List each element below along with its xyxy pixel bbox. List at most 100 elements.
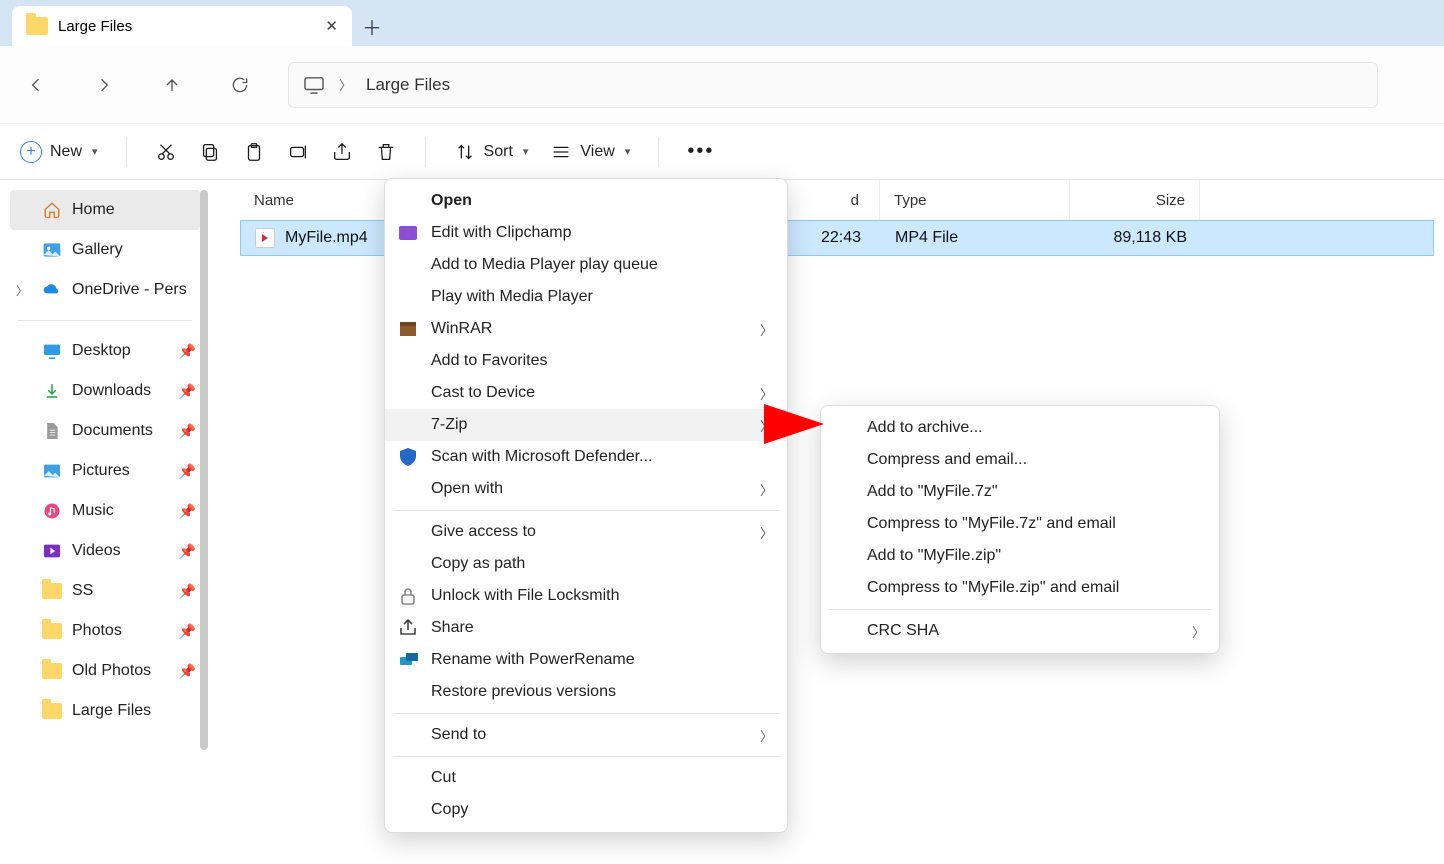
- chevron-down-icon: ▾: [92, 145, 98, 158]
- menu-add-7z[interactable]: Add to "MyFile.7z": [821, 476, 1219, 508]
- sidebar-scrollbar[interactable]: [200, 190, 208, 750]
- folder-icon: [42, 703, 62, 719]
- home-icon: [42, 201, 62, 219]
- folder-icon: [42, 583, 62, 599]
- chevron-right-icon[interactable]: 〉: [16, 282, 28, 299]
- menu-powerrename[interactable]: Rename with PowerRename: [385, 644, 787, 676]
- menu-compress-zip-email[interactable]: Compress to "MyFile.zip" and email: [821, 572, 1219, 604]
- folder-icon: [42, 663, 62, 679]
- nav-bar: 〉 Large Files: [0, 46, 1444, 124]
- menu-7zip[interactable]: 7-Zip〉: [385, 409, 787, 441]
- refresh-button[interactable]: [220, 65, 260, 105]
- pin-icon: 📌: [179, 583, 196, 600]
- menu-cast[interactable]: Cast to Device〉: [385, 377, 787, 409]
- address-bar[interactable]: 〉 Large Files: [288, 62, 1378, 108]
- sidebar-item-videos[interactable]: Videos📌: [0, 531, 210, 571]
- menu-copy-path[interactable]: Copy as path: [385, 548, 787, 580]
- sidebar-item-old-photos[interactable]: Old Photos📌: [0, 651, 210, 691]
- pin-icon: 📌: [179, 423, 196, 440]
- menu-add-mp-queue[interactable]: Add to Media Player play queue: [385, 249, 787, 281]
- pin-icon: 📌: [179, 383, 196, 400]
- menu-add-zip[interactable]: Add to "MyFile.zip": [821, 540, 1219, 572]
- view-button[interactable]: View ▾: [550, 141, 630, 163]
- chevron-right-icon: 〉: [760, 416, 773, 435]
- menu-locksmith[interactable]: Unlock with File Locksmith: [385, 580, 787, 612]
- column-size[interactable]: Size: [1070, 180, 1200, 220]
- document-icon: [42, 422, 62, 440]
- menu-open[interactable]: Open: [385, 185, 787, 217]
- delete-icon[interactable]: [375, 141, 397, 163]
- sidebar-divider: [18, 320, 192, 321]
- chevron-down-icon: ▾: [523, 145, 529, 158]
- sidebar-item-gallery[interactable]: Gallery: [0, 230, 210, 270]
- title-bar: Large Files ✕ ＋: [0, 0, 1444, 46]
- tab-title: Large Files: [58, 18, 315, 35]
- desktop-icon: [42, 342, 62, 360]
- separator: [658, 137, 659, 167]
- new-button[interactable]: + New ▾: [20, 141, 98, 163]
- sidebar-item-downloads[interactable]: Downloads📌: [0, 371, 210, 411]
- cut-icon[interactable]: [155, 141, 177, 163]
- lock-icon: [397, 585, 419, 607]
- sidebar-item-desktop[interactable]: Desktop📌: [0, 331, 210, 371]
- chevron-right-icon: 〉: [339, 75, 352, 94]
- sidebar-item-ss[interactable]: SS📌: [0, 571, 210, 611]
- menu-winrar[interactable]: WinRAR〉: [385, 313, 787, 345]
- tab-large-files[interactable]: Large Files ✕: [12, 6, 352, 46]
- pin-icon: 📌: [179, 343, 196, 360]
- menu-copy[interactable]: Copy: [385, 794, 787, 826]
- separator: [126, 137, 127, 167]
- chevron-down-icon: ▾: [625, 145, 631, 158]
- menu-compress-7z-email[interactable]: Compress to "MyFile.7z" and email: [821, 508, 1219, 540]
- forward-button[interactable]: [84, 65, 124, 105]
- clipchamp-icon: [397, 222, 419, 244]
- view-icon: [550, 141, 572, 163]
- menu-send-to[interactable]: Send to〉: [385, 719, 787, 751]
- sidebar-item-onedrive[interactable]: 〉 OneDrive - Pers: [0, 270, 210, 310]
- sidebar-item-music[interactable]: Music📌: [0, 491, 210, 531]
- sort-button[interactable]: Sort ▾: [454, 141, 529, 163]
- menu-crc-sha[interactable]: CRC SHA〉: [821, 615, 1219, 647]
- close-tab-button[interactable]: ✕: [325, 17, 338, 35]
- menu-compress-email[interactable]: Compress and email...: [821, 444, 1219, 476]
- sidebar-item-pictures[interactable]: Pictures📌: [0, 451, 210, 491]
- share-icon: [397, 617, 419, 639]
- back-button[interactable]: [16, 65, 56, 105]
- pin-icon: 📌: [179, 663, 196, 680]
- pictures-icon: [42, 462, 62, 480]
- menu-defender[interactable]: Scan with Microsoft Defender...: [385, 441, 787, 473]
- more-button[interactable]: •••: [687, 140, 714, 163]
- menu-open-with[interactable]: Open with〉: [385, 473, 787, 505]
- menu-play-mp[interactable]: Play with Media Player: [385, 281, 787, 313]
- file-type: MP4 File: [895, 229, 958, 246]
- menu-give-access[interactable]: Give access to〉: [385, 516, 787, 548]
- column-type[interactable]: Type: [880, 180, 1070, 220]
- sidebar-item-photos[interactable]: Photos📌: [0, 611, 210, 651]
- menu-cut[interactable]: Cut: [385, 762, 787, 794]
- pin-icon: 📌: [179, 543, 196, 560]
- menu-restore[interactable]: Restore previous versions: [385, 676, 787, 708]
- rename-icon[interactable]: [287, 141, 309, 163]
- sidebar-item-home[interactable]: Home: [10, 190, 200, 230]
- music-icon: [42, 502, 62, 520]
- sidebar-item-documents[interactable]: Documents📌: [0, 411, 210, 451]
- address-location: Large Files: [366, 75, 450, 95]
- context-submenu-7zip: Add to archive... Compress and email... …: [820, 405, 1220, 654]
- menu-share[interactable]: Share: [385, 612, 787, 644]
- menu-clipchamp[interactable]: Edit with Clipchamp: [385, 217, 787, 249]
- chevron-right-icon: 〉: [760, 384, 773, 403]
- share-icon[interactable]: [331, 141, 353, 163]
- copy-icon[interactable]: [199, 141, 221, 163]
- menu-add-archive[interactable]: Add to archive...: [821, 412, 1219, 444]
- file-name: MyFile.mp4: [285, 229, 368, 247]
- up-button[interactable]: [152, 65, 192, 105]
- winrar-icon: [397, 318, 419, 340]
- chevron-right-icon: 〉: [1192, 622, 1205, 641]
- file-modified: 22:43: [821, 229, 861, 246]
- paste-icon[interactable]: [243, 141, 265, 163]
- menu-add-favorites[interactable]: Add to Favorites: [385, 345, 787, 377]
- nav-pane: Home Gallery 〉 OneDrive - Pers Desktop📌 …: [0, 180, 210, 864]
- new-tab-button[interactable]: ＋: [352, 6, 392, 46]
- folder-icon: [26, 17, 48, 35]
- sidebar-item-large-files[interactable]: Large Files: [0, 691, 210, 731]
